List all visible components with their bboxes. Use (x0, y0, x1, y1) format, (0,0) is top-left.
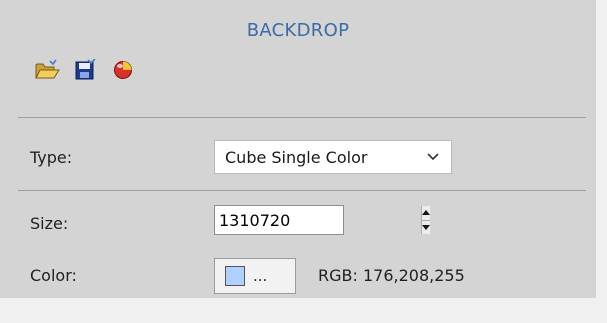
color-sphere-icon (112, 59, 134, 85)
ellipsis-label: ... (253, 267, 268, 285)
backdrop-panel: BACKDROP Type: Cube Single Color Size: 1… (0, 0, 596, 298)
chevron-down-icon (427, 150, 439, 164)
rgb-value: RGB: 176,208,255 (318, 266, 465, 285)
caret-up-icon (422, 210, 430, 216)
color-swatch (225, 266, 245, 286)
type-label: Type: (30, 148, 73, 167)
increment-button[interactable] (422, 206, 430, 221)
color-label: Color: (30, 266, 77, 285)
size-label: Size: (30, 214, 69, 233)
size-stepper-buttons (421, 206, 430, 234)
save-button[interactable] (72, 58, 98, 85)
color-picker-button[interactable]: ... (214, 258, 296, 294)
size-stepper[interactable] (214, 205, 430, 235)
size-input[interactable] (215, 205, 421, 235)
divider (18, 117, 586, 118)
folder-open-icon (34, 59, 60, 85)
decrement-button[interactable] (422, 220, 430, 234)
caret-down-icon (422, 224, 430, 230)
type-select-value: Cube Single Color (225, 147, 368, 167)
open-button[interactable] (34, 59, 60, 85)
panel-title: BACKDROP (246, 20, 350, 41)
save-icon (73, 58, 97, 85)
divider (18, 190, 586, 191)
toolbar (34, 58, 136, 85)
type-select[interactable]: Cube Single Color (214, 140, 452, 174)
color-button[interactable] (110, 60, 136, 84)
